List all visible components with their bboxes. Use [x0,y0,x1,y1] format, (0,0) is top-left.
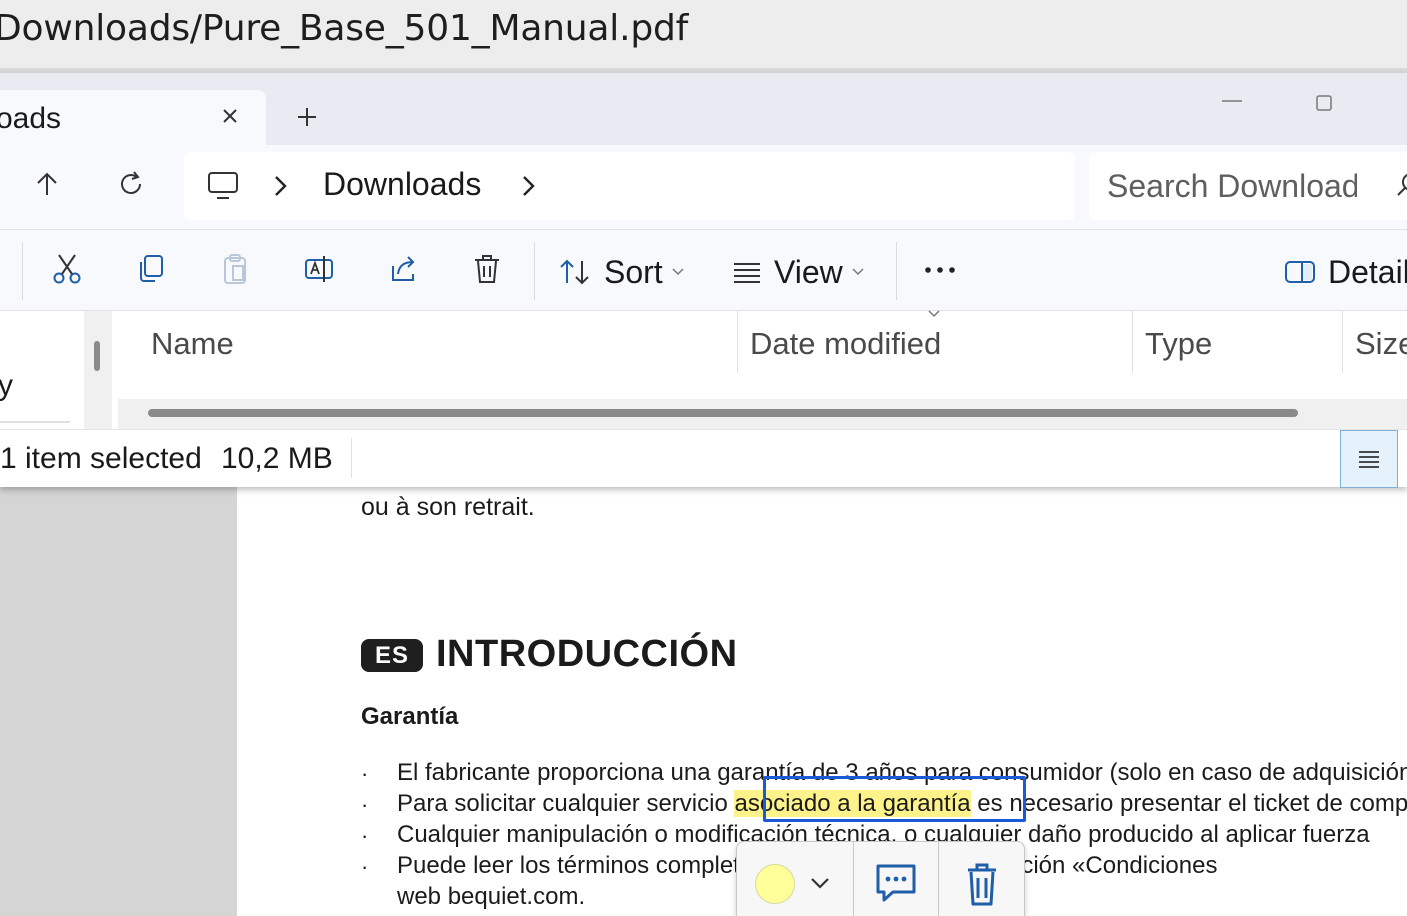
up-arrow-icon[interactable] [32,169,62,199]
close-icon[interactable] [216,102,244,130]
details-label: Details [1328,253,1407,290]
trash-icon[interactable] [962,860,1002,908]
highlight-color-swatch[interactable] [755,864,795,904]
tab-downloads[interactable]: oads [0,90,266,146]
column-header-type[interactable]: Type [1145,326,1212,362]
search-box[interactable] [1089,152,1407,220]
bullet: · [361,823,369,848]
file-list-area: y Name Date modified Type Size [0,310,1407,429]
comment-icon[interactable] [873,860,919,906]
selection-size: 10,2 MB [221,442,333,475]
nav-pane-scroll-thumb[interactable] [94,341,100,371]
highlight-selection-box[interactable] [763,776,1026,822]
language-badge: ES [361,639,423,672]
text-before-highlight: Para solicitar cualquier servicio [397,790,735,817]
bullet: · [361,761,369,786]
address-bar[interactable]: Downloads [184,152,1075,220]
column-headers: Name Date modified Type Size [118,310,1407,375]
column-header-date-modified[interactable]: Date modified [750,326,941,362]
chevron-down-icon [672,268,684,276]
file-explorer-window: oads Downloads Search Downloads Sort Vie… [0,73,1407,488]
sub-heading: Garantía [361,703,459,730]
text-after-highlight: es necesario presentar el ticket de comp… [970,790,1407,817]
computer-icon[interactable] [206,170,240,202]
details-view-toggle[interactable] [1340,430,1398,488]
status-divider [351,438,352,478]
tab-label: oads [0,102,62,135]
search-icon[interactable] [1395,170,1407,198]
copy-icon[interactable] [135,252,167,286]
command-divider [896,242,897,300]
command-divider [22,242,23,300]
column-header-size[interactable]: Size [1355,326,1407,362]
command-bar: Sort View Details [0,229,1407,311]
cut-icon[interactable] [51,252,83,286]
pdf-sidebar-background [0,485,237,916]
details-view-icon [1359,451,1379,468]
rename-icon[interactable] [303,252,335,286]
view-label: View [774,253,843,290]
explorer-nav-bar: Downloads [0,145,1407,229]
sort-button[interactable]: Sort [558,250,685,294]
sort-descending-icon [928,310,940,318]
maximize-icon[interactable] [1314,93,1334,113]
minimize-icon[interactable] [1220,99,1244,103]
browser-title-bar: Downloads/Pure_Base_501_Manual.pdf [0,0,1407,68]
more-options-icon[interactable] [920,260,960,280]
horizontal-scroll-thumb[interactable] [148,409,1298,417]
pdf-text-line[interactable]: web bequiet.com. [397,883,585,911]
sort-label: Sort [604,253,663,290]
toolbar-divider [853,842,854,916]
annotation-toolbar [736,841,1025,916]
sort-icon [560,259,589,285]
column-divider[interactable] [1132,311,1133,373]
bullet: · [361,854,369,879]
section-heading: INTRODUCCIÓN [436,633,738,675]
command-divider [534,242,535,300]
share-icon[interactable] [387,252,419,286]
column-divider[interactable] [737,311,738,373]
column-divider[interactable] [1342,311,1343,373]
breadcrumb-downloads[interactable]: Downloads [323,166,481,203]
selection-count: 1 item selected [0,442,202,475]
chevron-right-icon[interactable] [268,172,294,200]
pdf-prev-section-text: ou à son retrait. [361,493,535,521]
column-header-name[interactable]: Name [151,326,234,362]
search-input[interactable] [1107,162,1357,210]
toolbar-divider [938,842,939,916]
plus-icon[interactable] [293,103,321,131]
refresh-icon[interactable] [116,169,146,199]
nav-pane-divider [0,421,70,423]
view-button[interactable]: View [732,250,865,294]
details-pane-icon [1285,261,1315,283]
bullet: · [361,792,369,817]
chevron-down-icon [852,268,864,276]
explorer-tab-strip: oads [0,73,1407,146]
status-bar: 1 item selected 10,2 MB [0,429,1407,488]
nav-pane-item[interactable]: y [0,369,13,403]
details-pane-button[interactable]: Details [1284,250,1407,294]
paste-icon[interactable] [219,252,251,286]
chevron-right-icon[interactable] [516,172,542,200]
horizontal-scrollbar[interactable] [118,399,1407,429]
list-view-icon [734,263,760,283]
browser-title: Downloads/Pure_Base_501_Manual.pdf [0,8,689,49]
chevron-down-icon[interactable] [807,870,833,896]
delete-icon[interactable] [471,252,503,286]
